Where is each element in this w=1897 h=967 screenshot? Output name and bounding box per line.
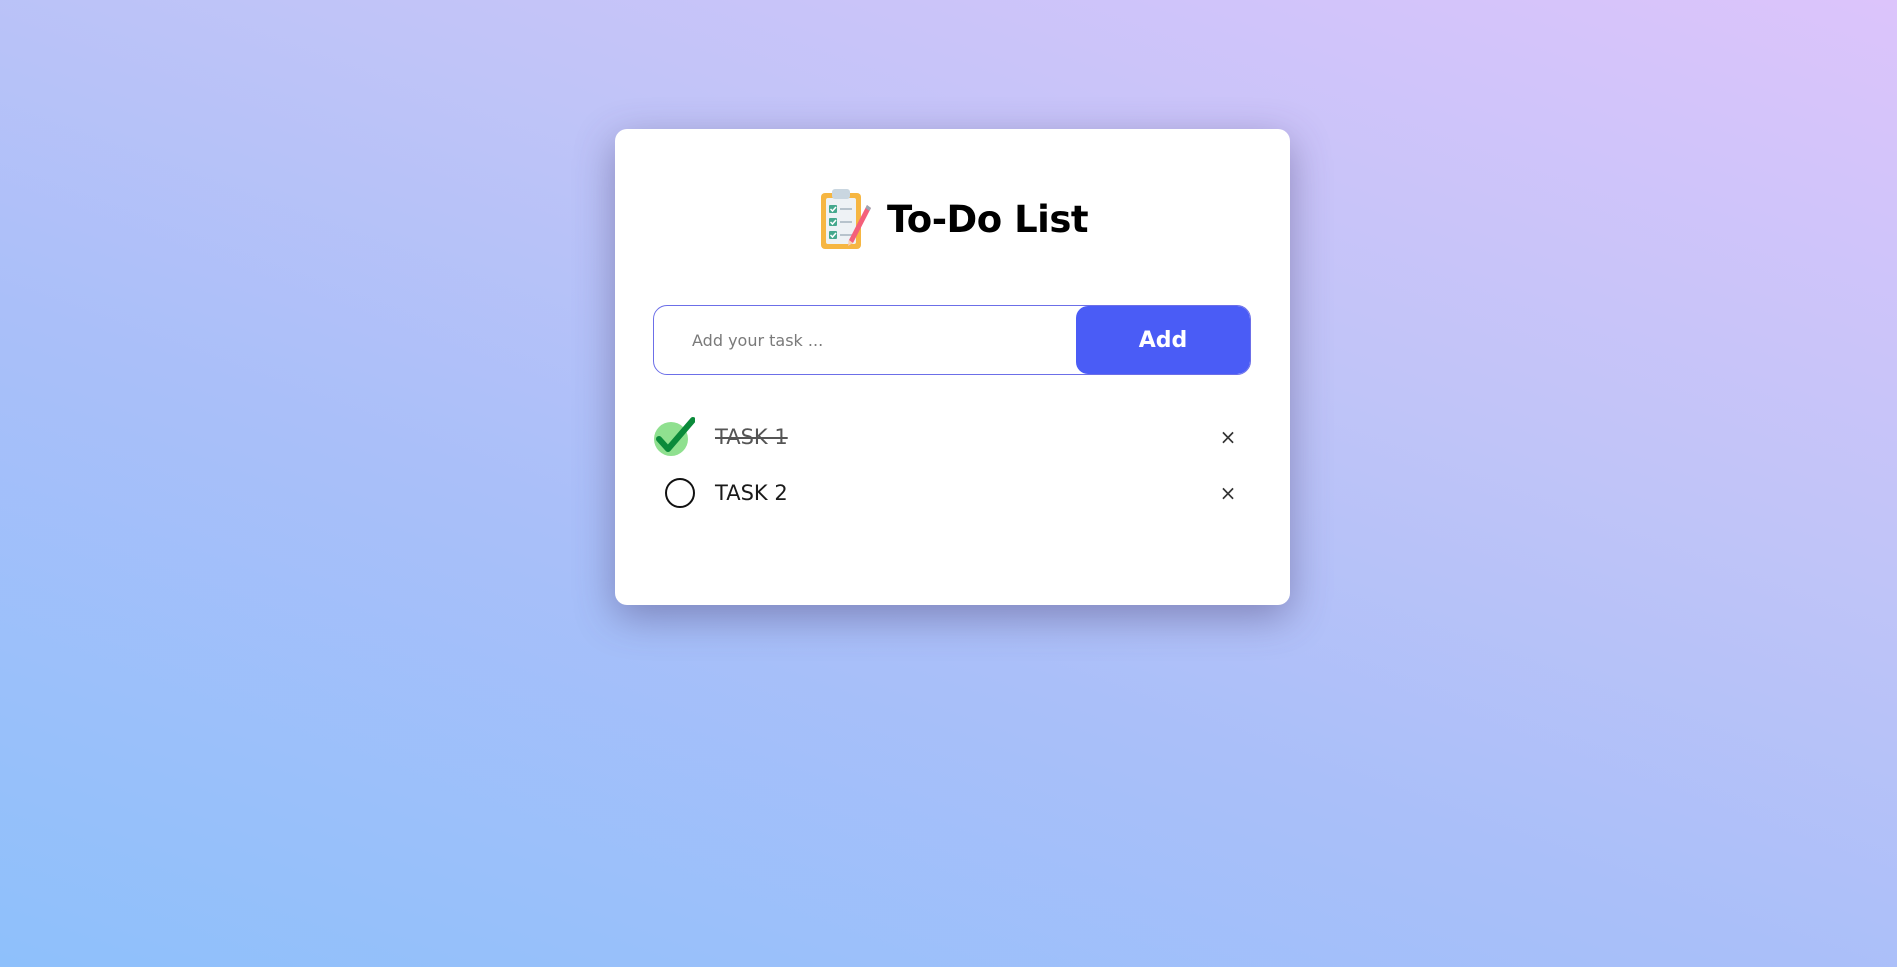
task-label: TASK 1 xyxy=(715,425,788,449)
clipboard-checklist-icon xyxy=(817,187,873,251)
add-button[interactable]: Add xyxy=(1076,306,1250,374)
todo-card: To-Do List Add TASK 1 × TASK 2 × xyxy=(615,129,1290,605)
delete-task-button[interactable]: × xyxy=(1215,424,1241,450)
add-task-row: Add xyxy=(653,305,1251,375)
task-item-2[interactable]: TASK 2 × xyxy=(653,465,1251,521)
task-label: TASK 2 xyxy=(715,481,788,505)
checked-checkmark-icon[interactable] xyxy=(653,417,696,457)
page-title: To-Do List xyxy=(886,197,1089,241)
delete-task-button[interactable]: × xyxy=(1215,480,1241,506)
task-input[interactable] xyxy=(654,306,1076,374)
task-list: TASK 1 × TASK 2 × xyxy=(653,409,1251,521)
unchecked-circle-icon[interactable] xyxy=(665,478,695,508)
title-row: To-Do List xyxy=(615,179,1290,259)
task-item-1[interactable]: TASK 1 × xyxy=(653,409,1251,465)
